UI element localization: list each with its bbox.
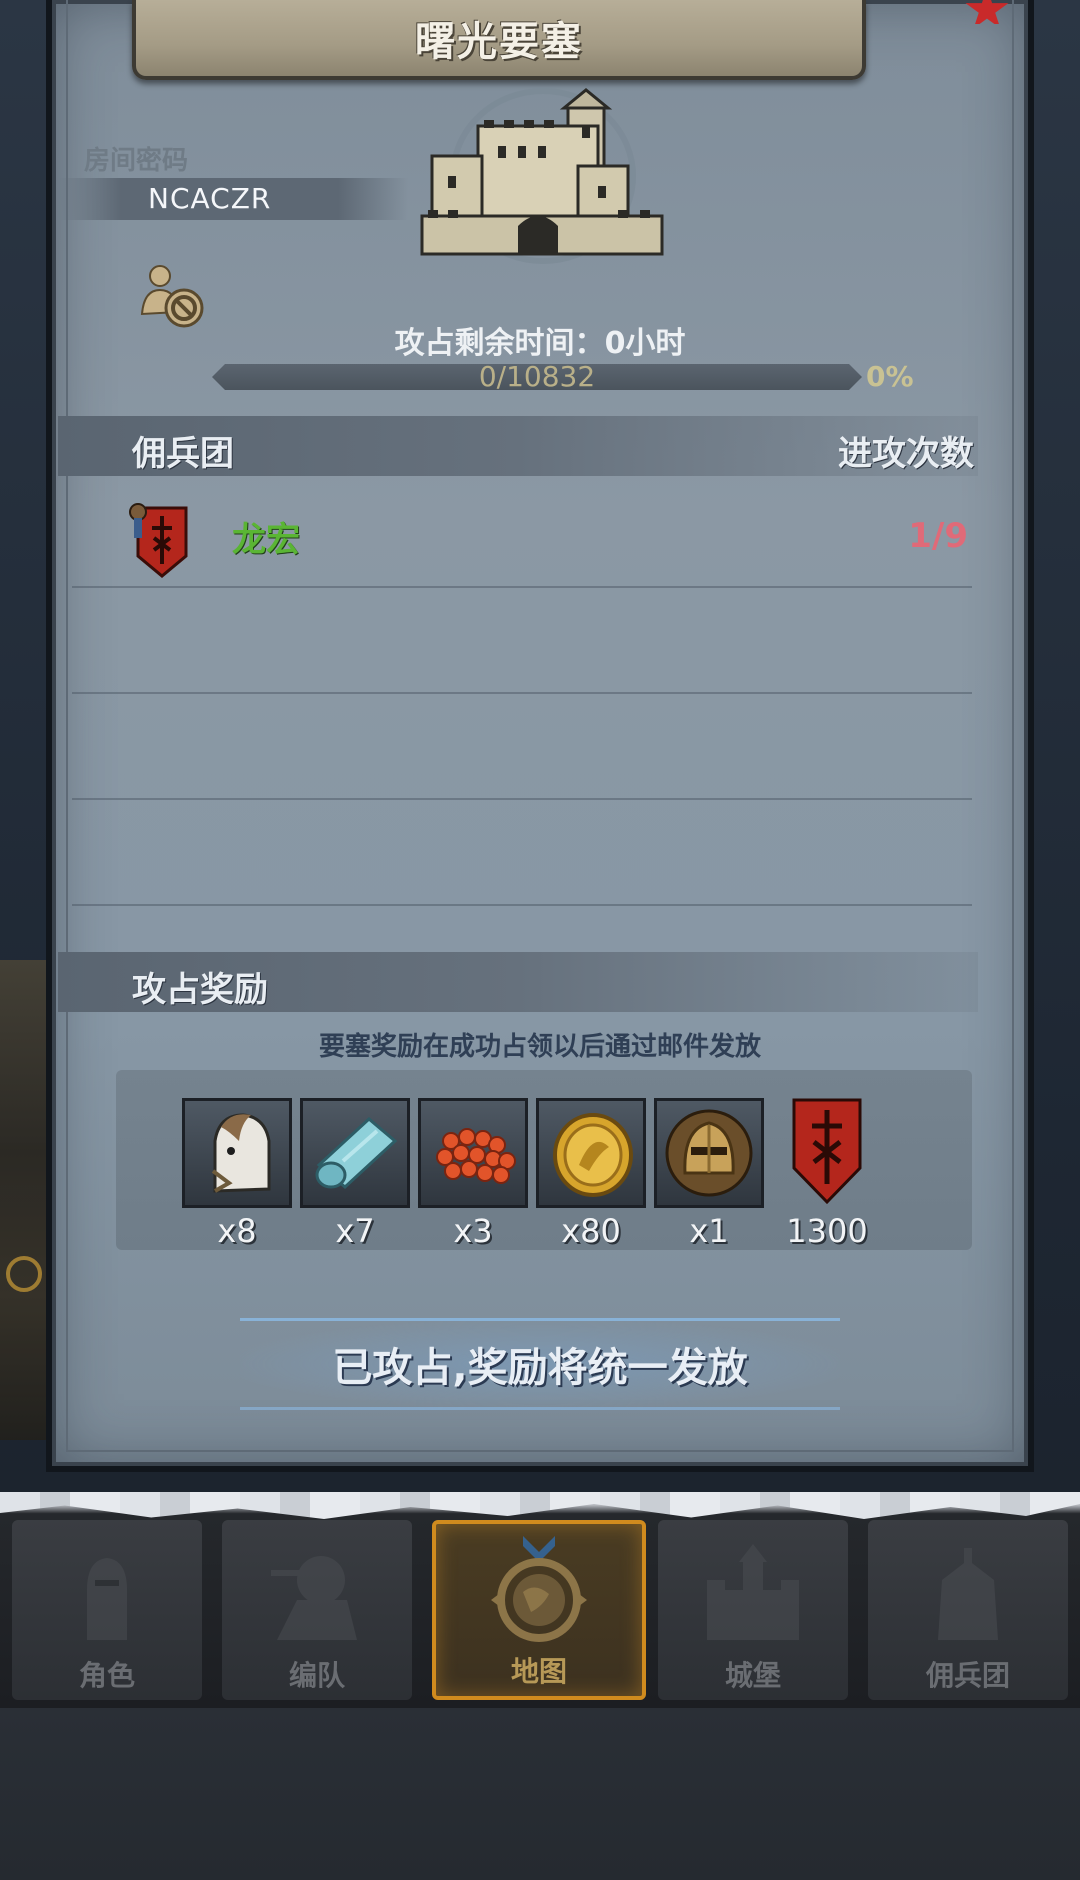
- nav-tab-mercenary[interactable]: 佣兵团: [868, 1520, 1068, 1700]
- knight-helmet-icon: [654, 1098, 764, 1208]
- rewards-section-header: 攻占奖励: [58, 952, 978, 1012]
- footer-area: [0, 1708, 1080, 1880]
- reward-quantity: x7: [335, 1212, 375, 1250]
- reward-quantity: 1300: [786, 1212, 868, 1250]
- castle-icon: [707, 1544, 799, 1640]
- siege-remaining-value: 0小时: [604, 326, 686, 361]
- claim-status-banner: 已攻占,奖励将统一发放: [240, 1318, 840, 1410]
- reward-item[interactable]: 1300: [772, 1098, 882, 1250]
- nav-tab-map[interactable]: 地图: [432, 1520, 646, 1700]
- fortress-castle-icon: [418, 86, 668, 266]
- reward-item[interactable]: x80: [536, 1098, 646, 1250]
- siege-progress-text: 0/10832: [478, 360, 596, 393]
- cloth-roll-icon: [300, 1098, 410, 1208]
- nav-tab-character[interactable]: 角色: [12, 1520, 202, 1700]
- guild-banner-icon: [126, 498, 190, 578]
- nav-tab-castle[interactable]: 城堡: [658, 1520, 848, 1700]
- nav-tab-formation[interactable]: 编队: [222, 1520, 412, 1700]
- mercenary-section-label: 佣兵团: [132, 434, 234, 474]
- mercenary-empty-row: [72, 694, 972, 800]
- nav-label: 城堡: [724, 1659, 781, 1692]
- reward-quantity: x1: [689, 1212, 729, 1250]
- mercenary-section-header: 佣兵团 进攻次数: [58, 416, 978, 476]
- close-star-icon[interactable]: ★: [952, 0, 1022, 24]
- guild-banner-icon: [772, 1098, 882, 1208]
- rewards-section-label: 攻占奖励: [132, 970, 268, 1010]
- rewards-note: 要塞奖励在成功占领以后通过邮件发放: [318, 1032, 761, 1062]
- room-password-value[interactable]: NCACZR: [148, 182, 271, 215]
- rewards-box: x8 x7 x3 x80 x1 1300: [116, 1070, 972, 1250]
- gold-coin-icon: [536, 1098, 646, 1208]
- nav-label: 编队: [288, 1659, 345, 1692]
- warrior-icon: [271, 1556, 357, 1640]
- reward-item[interactable]: x3: [418, 1098, 528, 1250]
- mercenary-attack-count: 1/9: [908, 516, 968, 556]
- nav-label: 角色: [78, 1659, 135, 1692]
- reward-item[interactable]: x8: [182, 1098, 292, 1250]
- claim-status-text: 已攻占,奖励将统一发放: [332, 1345, 748, 1391]
- globe-compass-icon: [491, 1536, 587, 1642]
- siege-remaining-label: 攻占剩余时间：: [394, 326, 605, 361]
- title-plaque: 曙光要塞: [132, 0, 866, 80]
- mercenary-empty-row: [72, 800, 972, 906]
- nav-label: 佣兵团: [925, 1659, 1010, 1692]
- side-ring-icon: [6, 1256, 42, 1292]
- orange-beads-icon: [418, 1098, 528, 1208]
- mercenary-name: 龙宏: [232, 520, 300, 560]
- horse-icon: [182, 1098, 292, 1208]
- siege-remaining-time: 攻占剩余时间：0小时: [0, 318, 1080, 362]
- mercenary-row[interactable]: 龙宏 1/9: [72, 482, 972, 588]
- page-title: 曙光要塞: [415, 19, 583, 65]
- bottom-nav: 角色 编队 地图 城堡 佣兵团: [0, 1492, 1080, 1708]
- reward-quantity: x80: [561, 1212, 621, 1250]
- attack-count-header: 进攻次数: [838, 434, 974, 474]
- siege-progress-percent: 0%: [866, 360, 914, 393]
- reward-quantity: x3: [453, 1212, 493, 1250]
- room-password-label: 房间密码: [84, 146, 189, 176]
- nav-label: 地图: [510, 1655, 567, 1688]
- mercenary-icon: [938, 1548, 998, 1640]
- mercenary-empty-row: [72, 588, 972, 694]
- reward-item[interactable]: x1: [654, 1098, 764, 1250]
- knight-icon: [87, 1558, 127, 1640]
- reward-quantity: x8: [217, 1212, 257, 1250]
- reward-item[interactable]: x7: [300, 1098, 410, 1250]
